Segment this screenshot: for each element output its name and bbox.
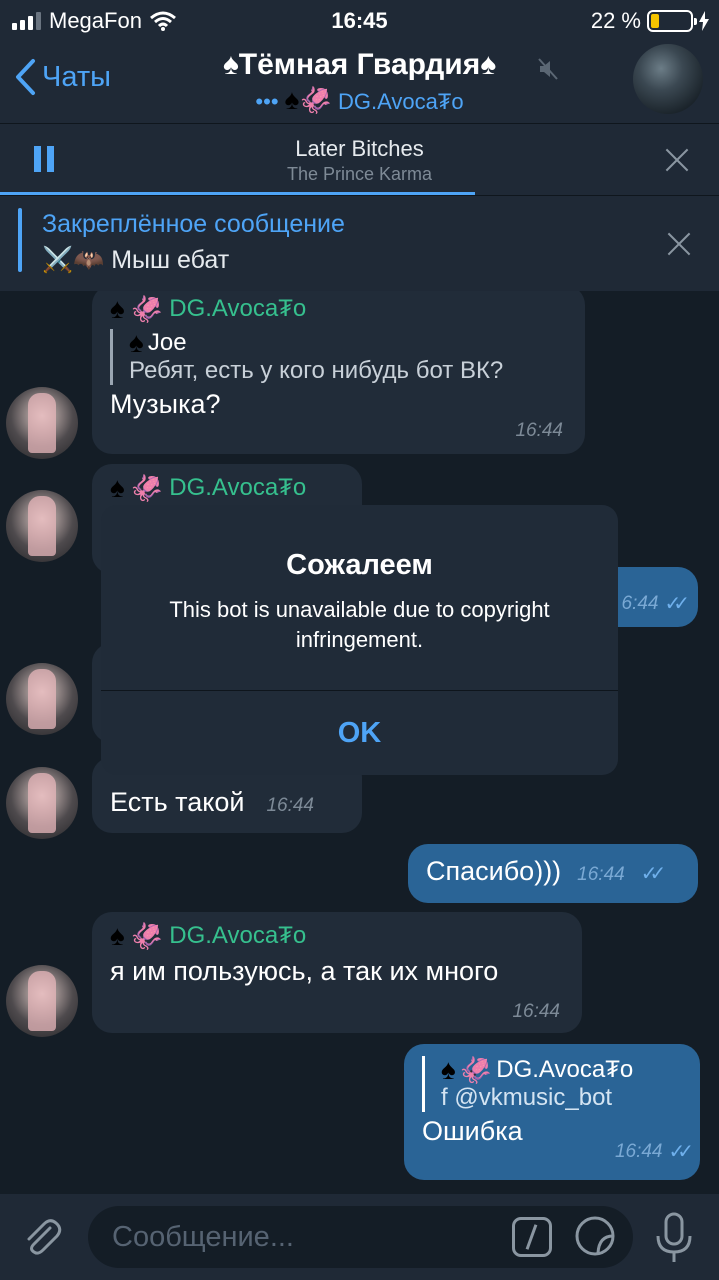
reply-quote[interactable]: ♠ 🦑 DG.Avoca₮o f @vkmusic_bot [422,1056,682,1112]
read-check-icon: ✓✓ [668,1141,693,1163]
track-artist: The Prince Karma [286,164,433,184]
message-sender: ♠ 🦑 DG.Avoca₮o [110,295,567,323]
squid-icon: 🦑 [130,294,164,324]
reply-text: f @vkmusic_bot [441,1084,613,1111]
message-time: 6:44 [621,592,659,614]
pinned-title: Закреплённое сообщение [42,210,345,238]
spade-icon: ♠ [110,293,125,324]
ok-button[interactable]: OK [101,691,618,775]
close-player-icon[interactable] [664,147,690,173]
message-text: Музыка? [110,389,221,419]
typing-status: ••• ♠🦑 DG.Avoca₮o [0,86,719,115]
read-check-icon: ✓✓ [664,593,689,615]
message-sender: ♠ 🦑 DG.Avoca₮o [110,474,344,502]
bot-command-icon[interactable] [512,1217,552,1257]
message-time: 16:44 [515,420,563,441]
message-meta: 6:44 ✓✓ [621,591,690,616]
spade-icon: ♠ [110,920,125,951]
pinned-emoji: ⚔️🦇 [42,246,105,274]
pinned-message[interactable]: Закреплённое сообщение ⚔️🦇 Мыш ебат [0,195,719,291]
message-input-container[interactable] [88,1206,633,1268]
pinned-text-value: Мыш ебат [111,246,230,274]
audio-player[interactable]: Later Bitches The Prince Karma [0,123,719,195]
spade-icon: ♠ [129,327,144,358]
squid-icon: 🦑 [459,1055,493,1085]
message-meta: 16:44 ✓✓ [614,1139,694,1164]
reply-author: ♠ 🦑 DG.Avoca₮o [441,1056,682,1084]
message-bubble-outgoing[interactable]: ♠ 🦑 DG.Avoca₮o f @vkmusic_bot Ошибка 16:44… [404,1044,700,1180]
message-time: 16:44 [512,1001,560,1022]
pinned-text: ⚔️🦇 Мыш ебат [42,246,229,275]
sender-name: DG.Avoca₮o [169,474,307,501]
typing-user: DG.Avoca₮o [338,89,464,114]
message-bubble-outgoing[interactable]: Спасибо))) 16:44 ✓✓ [408,844,698,903]
alert-dialog: Сожалеем This bot is unavailable due to … [101,505,618,775]
charging-bolt-icon [699,11,709,31]
spade-icon: ♠ [284,84,300,115]
user-avatar[interactable] [6,490,78,562]
battery-level [651,14,660,28]
pinned-accent-bar [18,208,22,272]
message-bubble[interactable]: ♠ 🦑 DG.Avoca₮o я им пользуюсь, а так их мн… [92,912,582,1033]
chat-title[interactable]: ♠Тёмная Гвардия♠ [0,48,719,82]
user-avatar[interactable] [6,965,78,1037]
status-right: 22 % [591,8,709,34]
spade-icon: ♠ [110,472,125,503]
status-bar: MegaFon 16:45 22 % [0,0,719,40]
reply-author: ♠ Joe [129,329,567,357]
sender-name: DG.Avoca₮o [169,922,307,949]
close-pinned-icon[interactable] [666,231,692,257]
reply-author-name: DG.Avoca₮o [496,1056,634,1083]
squid-icon: 🦑 [130,921,164,951]
sticker-icon[interactable] [574,1215,616,1257]
microphone-icon[interactable] [652,1212,696,1264]
battery-percent: 22 % [590,8,641,33]
dialog-message: This bot is unavailable due to copyright… [169,597,550,652]
chat-header: Чаты ♠Тёмная Гвардия♠ ••• ♠🦑 DG.Avoca₮o [0,40,719,123]
message-text: я им пользуюсь, а так их много [110,956,499,986]
group-avatar[interactable] [633,44,703,114]
message-content: Есть такой 16:44 [110,787,314,818]
message-bubble[interactable]: ♠ 🦑 DG.Avoca₮o ♠ Joe Ребят, есть у кого ниб… [92,291,585,454]
message-input[interactable] [112,1206,512,1268]
message-time: 16:44 [577,864,625,885]
typing-dots: ••• [255,89,279,114]
read-check-icon: ✓✓ [640,863,666,885]
reply-author-name: Joe [147,329,187,356]
message-sender: ♠ 🦑 DG.Avoca₮o [110,922,564,950]
reply-text: Ребят, есть у кого нибудь бот ВК? [129,357,504,384]
user-avatar[interactable] [6,663,78,735]
battery-icon [647,10,697,32]
composer-bar [0,1194,719,1280]
message-text: Есть такой [110,787,245,817]
muted-speaker-icon [538,58,558,80]
dialog-title: Сожалеем [286,549,433,581]
reply-quote[interactable]: ♠ Joe Ребят, есть у кого нибудь бот ВК? [110,329,567,385]
user-avatar[interactable] [6,767,78,839]
user-avatar[interactable] [6,387,78,459]
track-title: Later Bitches [295,136,424,161]
message-text: Спасибо))) [426,856,562,886]
message-content: Спасибо))) 16:44 ✓✓ [426,856,666,887]
attach-paperclip-icon[interactable] [20,1214,64,1258]
squid-icon: 🦑 [130,473,164,503]
squid-icon: 🦑 [299,85,332,115]
spade-icon: ♠ [441,1054,456,1085]
message-time: 16:44 [614,1140,663,1162]
message-time: 16:44 [266,795,314,816]
sender-name: DG.Avoca₮o [169,295,307,322]
